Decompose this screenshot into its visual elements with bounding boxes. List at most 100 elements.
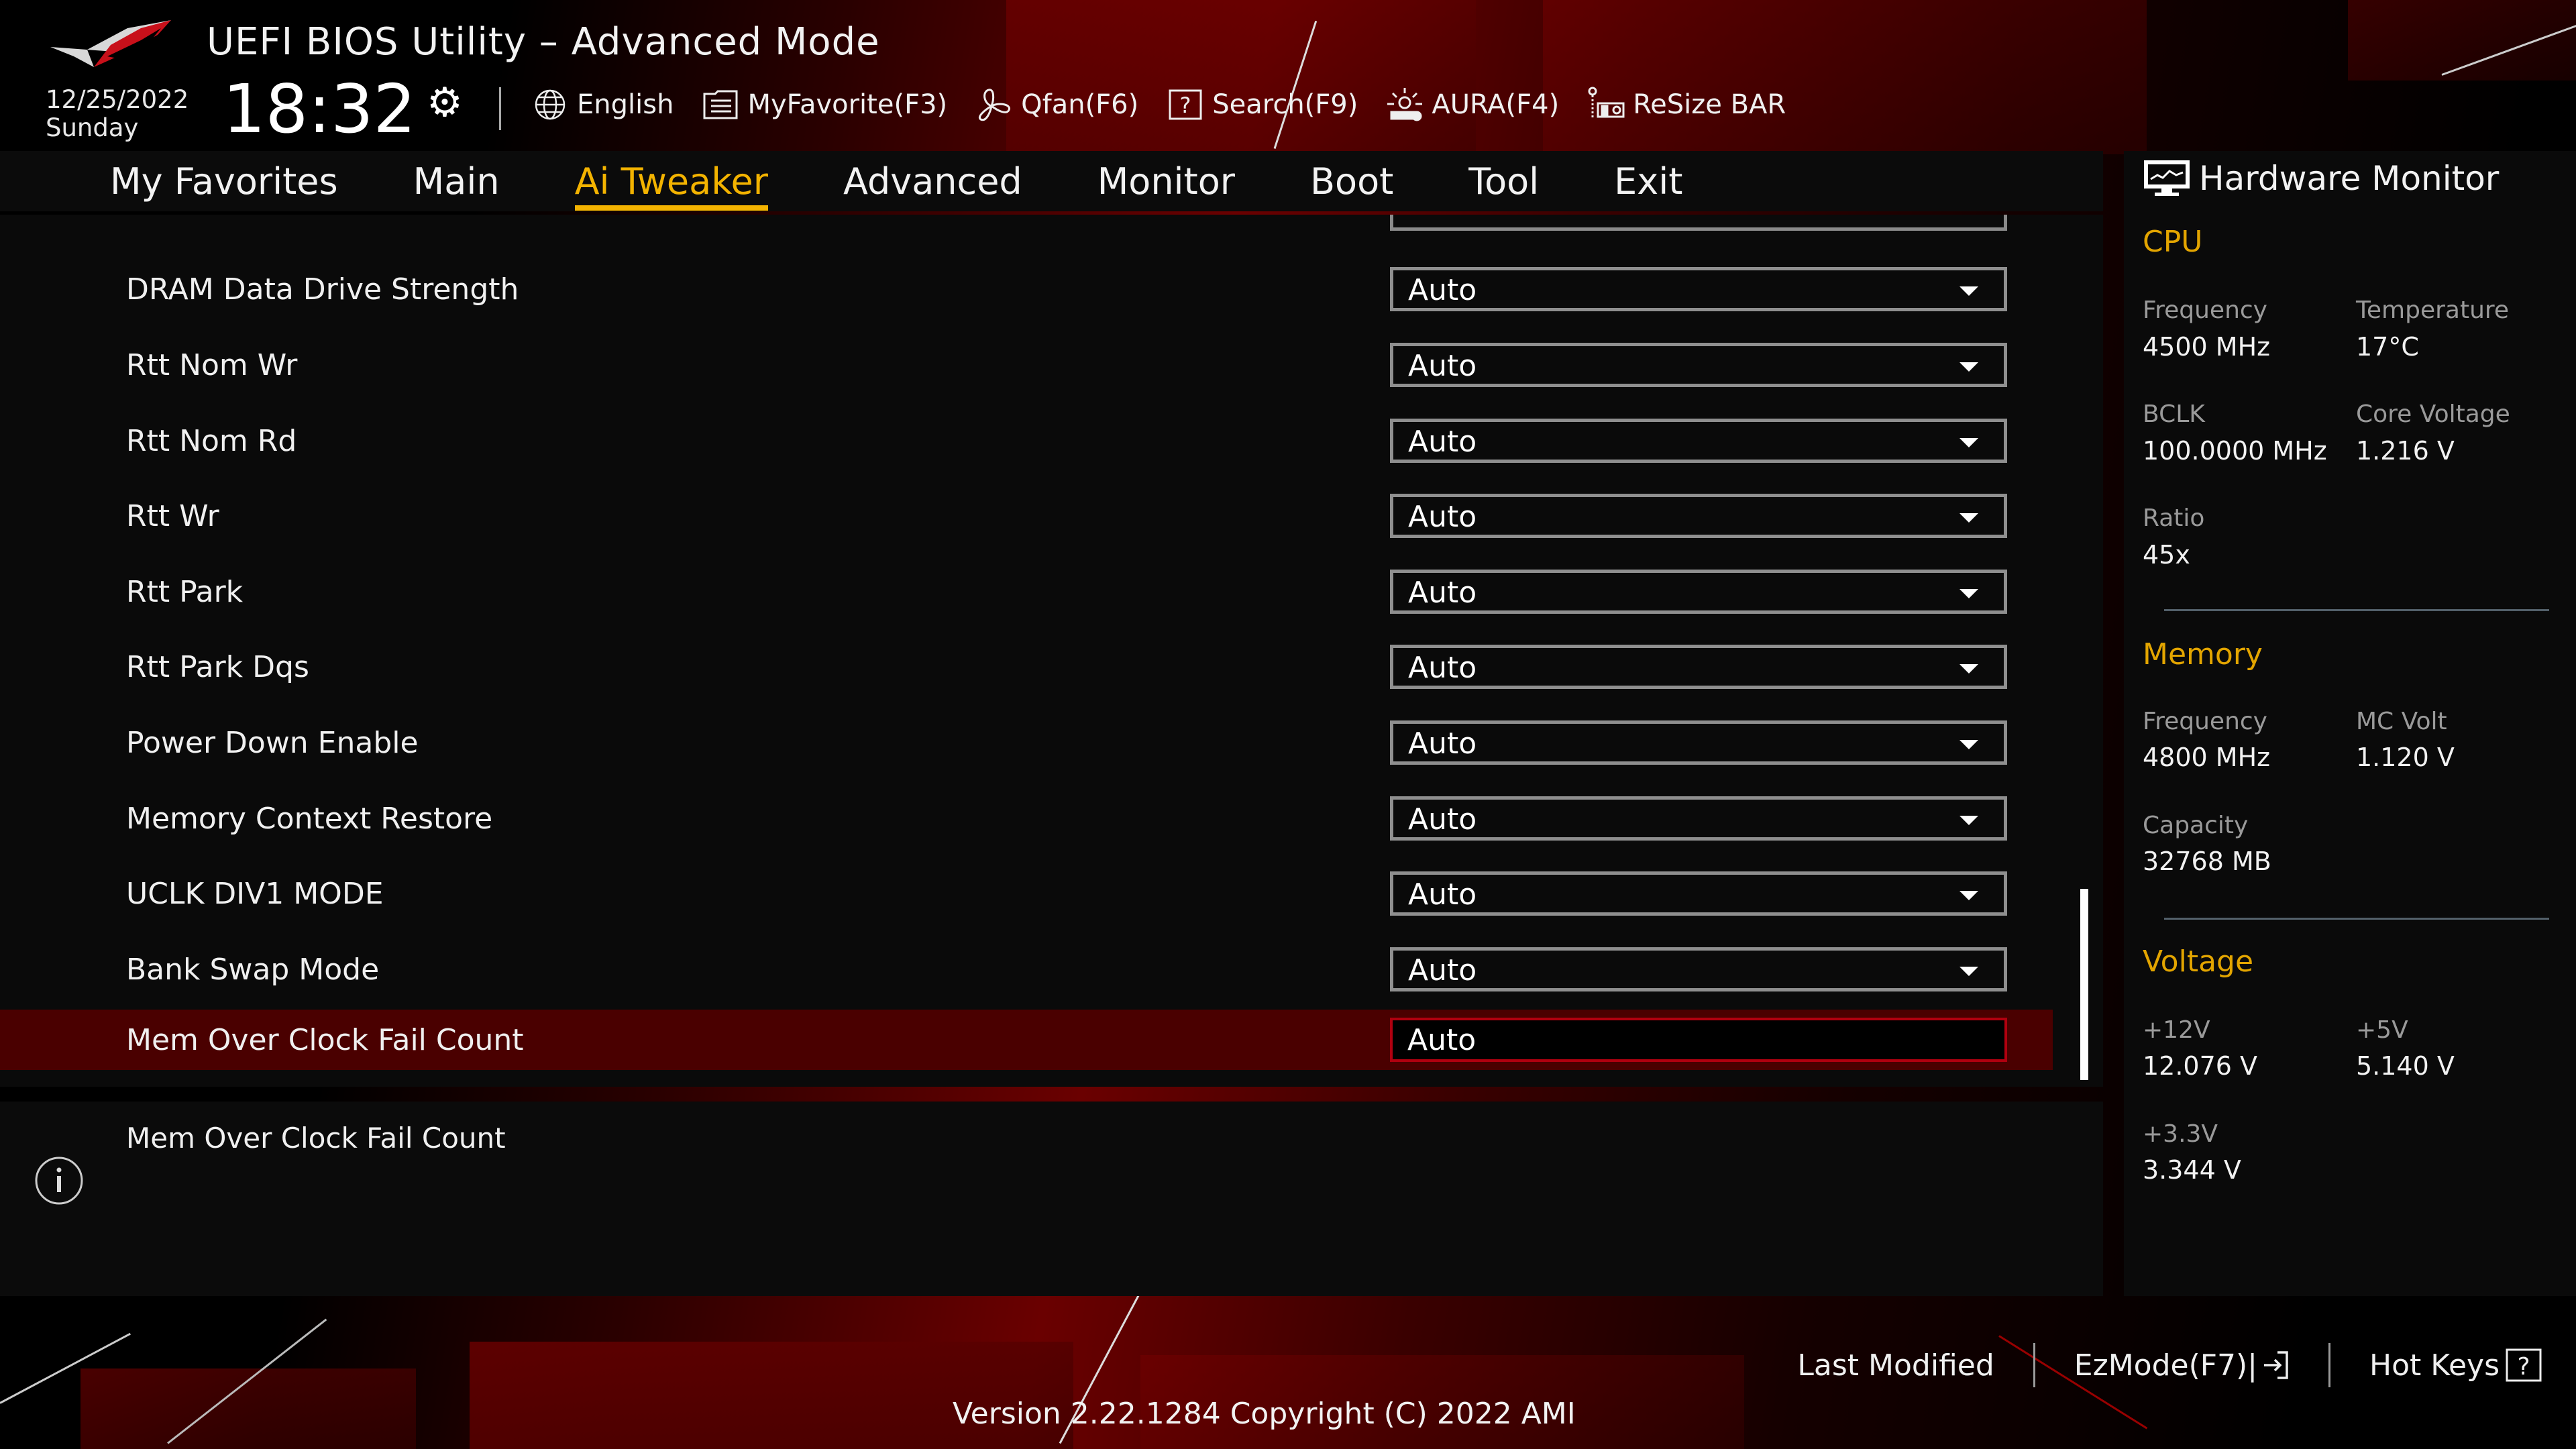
hardware-monitor-label: Hardware Monitor (2199, 159, 2500, 198)
setting-dropdown[interactable]: Auto (1390, 796, 2007, 841)
settings-scrollbar[interactable] (2080, 889, 2088, 1080)
tab-exit[interactable]: Exit (1614, 160, 1682, 203)
setting-row-power-down-enable[interactable]: Power Down Enable Auto (0, 714, 2053, 774)
setting-label: Mem Over Clock Fail Count (126, 1023, 524, 1057)
resize-bar-icon (1586, 86, 1626, 123)
partial-dropdown-above[interactable] (1390, 215, 2007, 231)
setting-label: Rtt Park Dqs (126, 650, 309, 684)
dropdown-value: Auto (1408, 953, 1477, 987)
setting-dropdown[interactable]: Auto (1390, 570, 2007, 614)
dropdown-value: Auto (1408, 425, 1477, 459)
date-display: 12/25/2022 Sunday (46, 86, 189, 142)
setting-dropdown[interactable]: Auto (1390, 645, 2007, 689)
qfan-label: Qfan(F6) (1021, 89, 1139, 120)
gear-icon[interactable]: ⚙ (427, 79, 463, 126)
v33-label: +3.3V (2143, 1120, 2218, 1148)
setting-label: Rtt Nom Wr (126, 348, 298, 382)
dropdown-arrow-icon (1960, 438, 1978, 447)
setting-dropdown[interactable]: Auto (1390, 947, 2007, 991)
setting-row-uclk-div1-mode[interactable]: UCLK DIV1 MODE Auto (0, 865, 2053, 925)
setting-dropdown[interactable]: Auto (1390, 871, 2007, 916)
setting-dropdown[interactable]: Auto (1390, 419, 2007, 463)
info-icon (35, 1157, 83, 1205)
language-button[interactable]: English (530, 86, 674, 123)
clock[interactable]: 18:32 (223, 72, 416, 146)
setting-row-rtt-park-dqs[interactable]: Rtt Park Dqs Auto (0, 638, 2053, 698)
setting-dropdown[interactable]: Auto (1390, 343, 2007, 387)
globe-icon (530, 86, 570, 123)
tab-monitor[interactable]: Monitor (1097, 160, 1235, 203)
hardware-monitor-panel: Hardware Monitor CPU Frequency 4500 MHz … (2124, 151, 2576, 1296)
v5-value: 5.140 V (2356, 1051, 2455, 1081)
search-help-icon: ? (1165, 86, 1205, 123)
bclk-label: BCLK (2143, 400, 2205, 428)
aura-light-icon (1385, 86, 1425, 123)
resize-bar-label: ReSize BAR (1633, 89, 1786, 120)
tab-boot[interactable]: Boot (1310, 160, 1393, 203)
voltage-heading: Voltage (2143, 945, 2254, 979)
settings-list: DRAM Data Drive Strength Auto Rtt Nom Wr… (0, 215, 2103, 1087)
date: 12/25/2022 (46, 85, 189, 114)
cpu-heading: CPU (2143, 225, 2203, 259)
help-panel: Mem Over Clock Fail Count (0, 1102, 2103, 1296)
setting-row-rtt-park[interactable]: Rtt Park Auto (0, 563, 2053, 623)
dropdown-value: Auto (1408, 349, 1477, 383)
setting-row-rtt-nom-wr[interactable]: Rtt Nom Wr Auto (0, 336, 2053, 396)
core-voltage-value: 1.216 V (2356, 436, 2455, 466)
setting-row-dram-data-drive-strength[interactable]: DRAM Data Drive Strength Auto (0, 260, 2053, 321)
setting-dropdown[interactable]: Auto (1390, 720, 2007, 765)
setting-row-bank-swap-mode[interactable]: Bank Swap Mode Auto (0, 941, 2053, 1001)
app-title: UEFI BIOS Utility – Advanced Mode (207, 20, 880, 64)
memory-frequency-label: Frequency (2143, 708, 2267, 735)
setting-label: DRAM Data Drive Strength (126, 272, 519, 307)
setting-dropdown[interactable]: Auto (1390, 267, 2007, 311)
dropdown-arrow-icon (1960, 664, 1978, 674)
mc-volt-label: MC Volt (2356, 708, 2447, 735)
ratio-label: Ratio (2143, 504, 2205, 532)
header-divider (499, 87, 501, 130)
hw-divider (2164, 918, 2549, 920)
ezmode-button[interactable]: EzMode(F7)| (2035, 1348, 2328, 1383)
favorite-list-icon (700, 86, 741, 123)
tab-my-favorites[interactable]: My Favorites (110, 160, 338, 203)
hotkeys-button[interactable]: Hot Keys ? (2330, 1348, 2542, 1383)
dropdown-value: Auto (1408, 651, 1477, 685)
tab-main[interactable]: Main (413, 160, 500, 203)
capacity-label: Capacity (2143, 812, 2249, 839)
qfan-button[interactable]: Qfan(F6) (974, 86, 1138, 123)
tab-ai-tweaker[interactable]: Ai Tweaker (574, 160, 769, 211)
day-of-week: Sunday (46, 113, 139, 142)
fan-icon (974, 86, 1014, 123)
aura-label: AURA(F4) (1432, 89, 1560, 120)
search-button[interactable]: ? Search(F9) (1165, 86, 1358, 123)
setting-label: Bank Swap Mode (126, 953, 380, 987)
hotkeys-label: Hot Keys (2369, 1348, 2500, 1383)
dropdown-arrow-icon (1960, 362, 1978, 372)
setting-label: Rtt Park (126, 575, 244, 609)
dropdown-arrow-icon (1960, 891, 1978, 900)
svg-text:?: ? (2517, 1353, 2530, 1381)
resize-bar-button[interactable]: ReSize BAR (1586, 86, 1786, 123)
dropdown-arrow-icon (1960, 740, 1978, 749)
v12-label: +12V (2143, 1016, 2210, 1044)
help-text: Mem Over Clock Fail Count (126, 1122, 506, 1155)
last-modified-button[interactable]: Last Modified (1758, 1348, 2033, 1383)
dropdown-value: Auto (1408, 877, 1477, 912)
dropdown-arrow-icon (1960, 589, 1978, 598)
setting-input[interactable]: Auto (1390, 1018, 2007, 1062)
setting-row-rtt-nom-rd[interactable]: Rtt Nom Rd Auto (0, 412, 2053, 472)
setting-row-rtt-wr[interactable]: Rtt Wr Auto (0, 487, 2053, 547)
input-value: Auto (1407, 1023, 1477, 1057)
aura-button[interactable]: AURA(F4) (1385, 86, 1559, 123)
setting-row-memory-context-restore[interactable]: Memory Context Restore Auto (0, 790, 2053, 850)
core-voltage-label: Core Voltage (2356, 400, 2510, 428)
setting-row-mem-over-clock-fail-count[interactable]: Mem Over Clock Fail Count Auto (0, 1010, 2053, 1070)
setting-dropdown[interactable]: Auto (1390, 494, 2007, 538)
header: UEFI BIOS Utility – Advanced Mode 12/25/… (0, 0, 2576, 151)
language-label: English (577, 89, 674, 120)
myfavorite-button[interactable]: MyFavorite(F3) (700, 86, 947, 123)
dropdown-arrow-icon (1960, 816, 1978, 825)
dropdown-value: Auto (1408, 802, 1477, 837)
tab-tool[interactable]: Tool (1468, 160, 1539, 203)
tab-advanced[interactable]: Advanced (843, 160, 1022, 203)
